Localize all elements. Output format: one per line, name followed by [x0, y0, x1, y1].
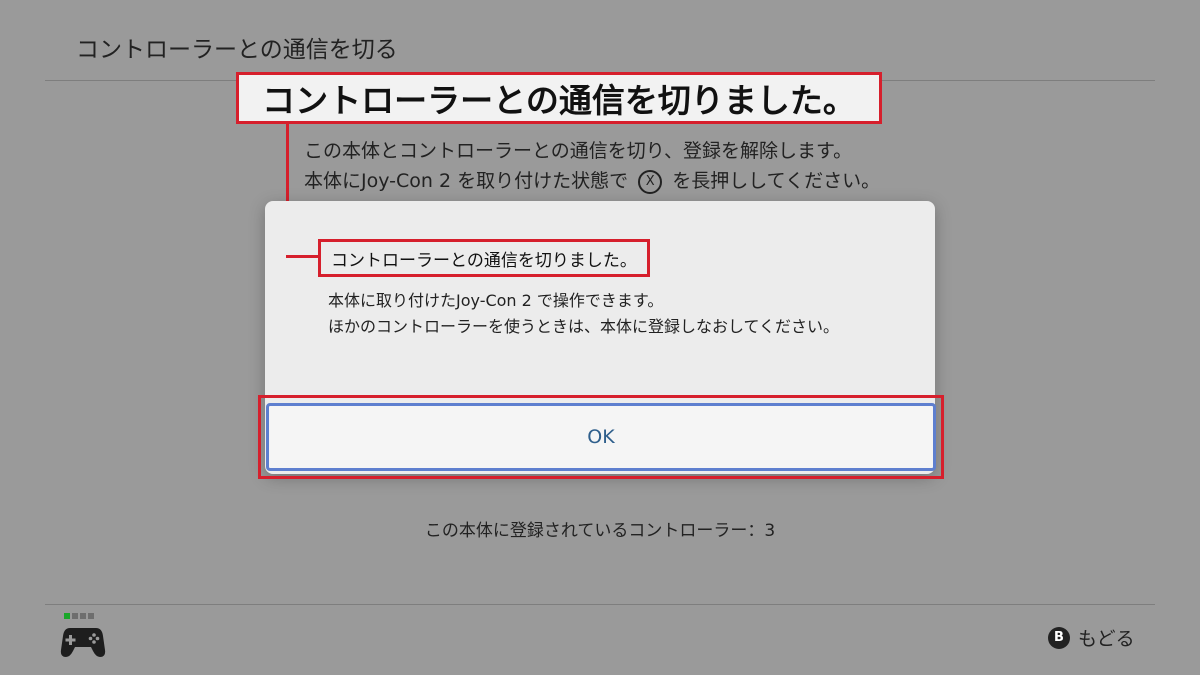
player-indicator-dot-1 [64, 613, 70, 619]
description-line-2-before: 本体にJoy-Con 2 を取り付けた状態で [304, 170, 629, 192]
dialog-title: コントローラーとの通信を切りました。 [318, 239, 650, 277]
ok-button[interactable]: OK [266, 403, 936, 471]
description-line-2-after: を長押ししてください。 [672, 170, 881, 192]
dialog-body: 本体に取り付けたJoy-Con 2 で操作できます。 ほかのコントローラーを使う… [328, 288, 898, 340]
b-button-icon: B [1048, 626, 1070, 649]
description-line-1: この本体とコントローラーとの通信を切り、登録を解除します。 [304, 140, 853, 162]
description-line-2: 本体にJoy-Con 2 を取り付けた状態で X を長押ししてください。 [304, 166, 880, 196]
back-label: もどる [1078, 628, 1135, 650]
dialog-body-line-1: 本体に取り付けたJoy-Con 2 で操作できます。 [328, 291, 664, 310]
callout-connector-horizontal [286, 255, 320, 258]
page-title: コントローラーとの通信を切る [76, 37, 398, 63]
back-button[interactable]: B もどる [1048, 624, 1135, 651]
player-indicator [64, 613, 94, 619]
player-indicator-dot-2 [72, 613, 78, 619]
footer-divider [45, 604, 1155, 605]
background-description: この本体とコントローラーとの通信を切り、登録を解除します。 本体にJoy-Con… [304, 136, 880, 196]
ok-highlight-frame: OK [258, 395, 944, 479]
x-button-icon: X [638, 169, 663, 194]
player-indicator-dot-3 [80, 613, 86, 619]
zoomed-callout-text: コントローラーとの通信を切りました。 [236, 72, 882, 124]
gamepad-icon [60, 628, 106, 657]
player-indicator-dot-4 [88, 613, 94, 619]
dialog-body-line-2: ほかのコントローラーを使うときは、本体に登録しなおしてください。 [328, 317, 840, 336]
registered-controllers-count: この本体に登録されているコントローラー：3 [424, 521, 776, 541]
